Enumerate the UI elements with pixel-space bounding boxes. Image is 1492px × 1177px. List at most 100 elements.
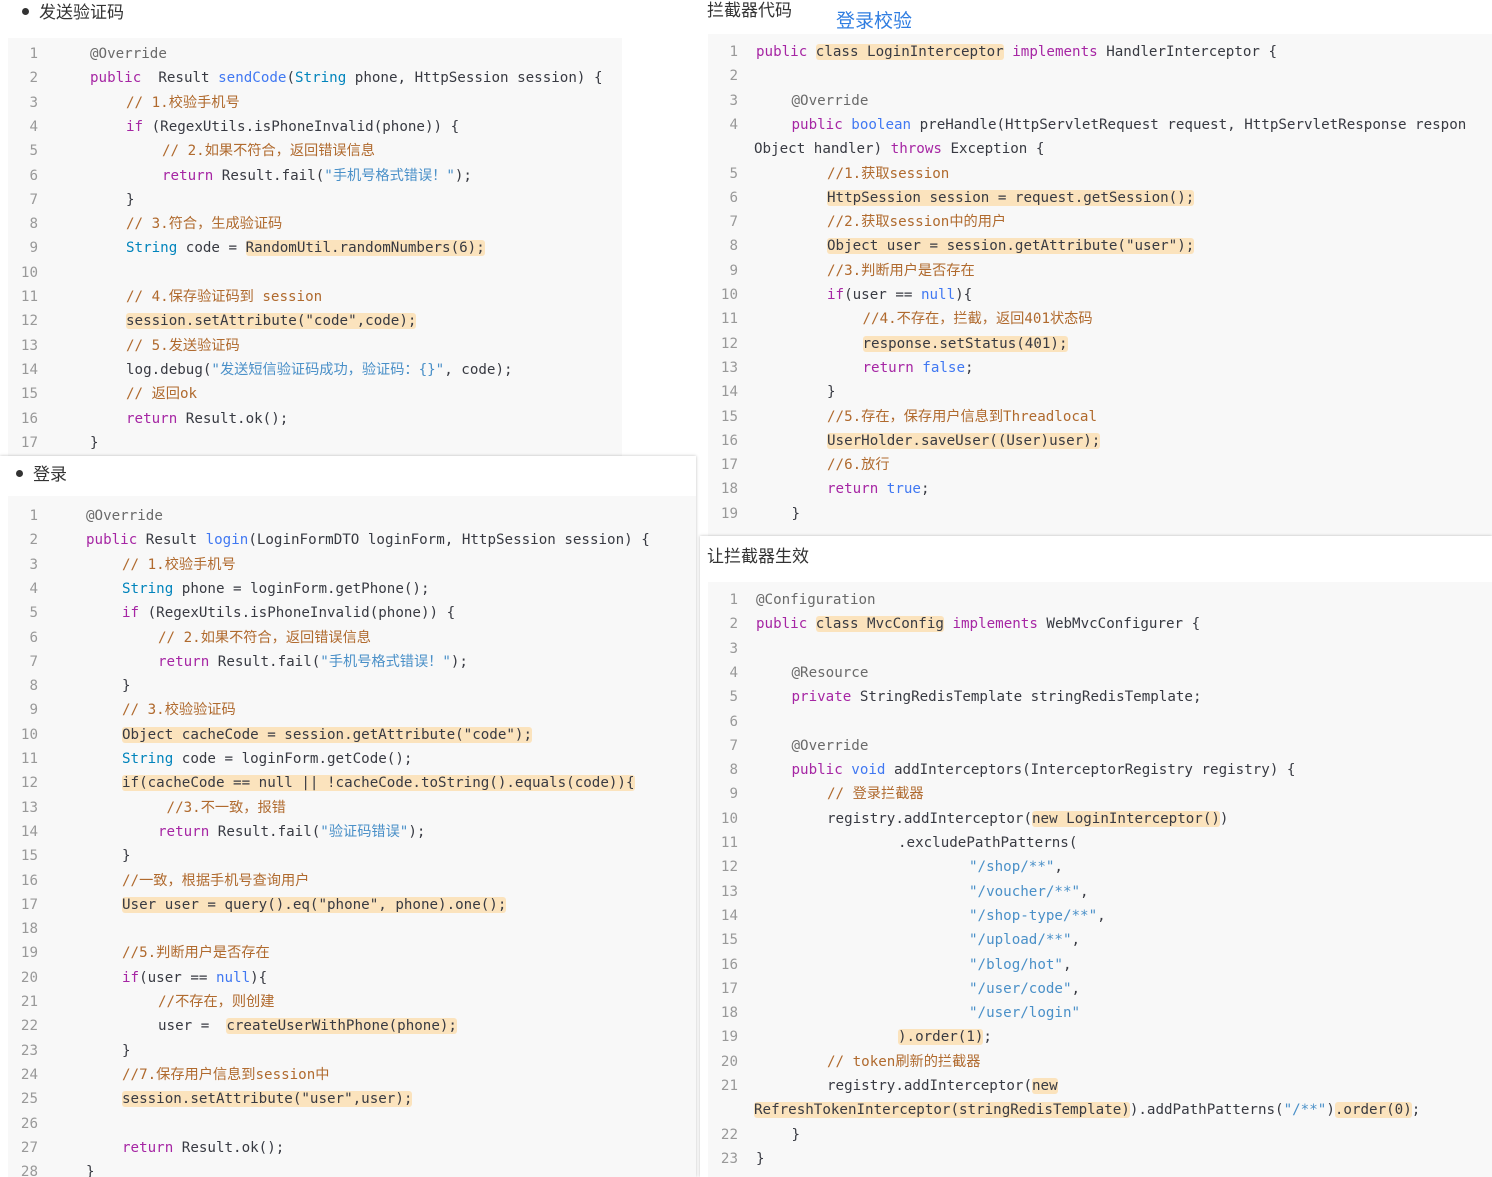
code-token: false [922,359,966,376]
code-token: "/blog/hot" [969,956,1063,973]
code-line: 14 "/shop-type/**", [708,904,1492,928]
code-token: , [1071,980,1081,997]
code-token: null [215,969,251,986]
code-token: String [126,240,178,257]
code-line: 2 public Result login(LoginFormDTO loginF… [8,528,696,552]
code-text: } [122,844,131,868]
code-line: 9 // 3.校验验证码 [8,698,696,722]
code-token: @Override [791,92,869,109]
code-token: user = [158,1018,227,1035]
code-token: String [122,580,174,597]
code-token: WebMvcConfigurer { [1037,616,1201,633]
code-token: (RegexUtils.isPhoneInvalid(phone)) { [143,118,460,135]
code-token: "手机号格式错误！" [320,653,451,670]
line-number: 9 [29,240,38,257]
line-number: 20 [720,1053,738,1070]
code-text: registry.addInterceptor(new LoginInterce… [827,807,1228,831]
code-token: //2.获取session中的用户 [827,214,1007,231]
code-text: // 5.发送验证码 [126,334,240,358]
code-token: String [122,751,174,767]
line-number: 23 [720,1150,738,1167]
code-line: 9 //3.判断用户是否存在 [708,259,1492,283]
code-line: 17 //6.放行 [708,453,1492,477]
code-line: 3 // 1.校验手机号 [8,91,622,115]
code-token: ); [450,653,468,670]
code-token: public [791,116,843,133]
code-text: public boolean preHandle(HttpServletRequ… [792,113,1467,137]
code-line: 8} [8,674,696,698]
line-number: 16 [720,432,738,449]
line-number: 22 [720,1126,738,1143]
code-token: .excludePathPatterns( [898,835,1078,851]
code-line: 9 String code = RandomUtil.randomNumbers(… [8,236,622,260]
code-text: return Result.fail("手机号格式错误！"); [158,650,468,674]
code-text: // 登录拦截器 [827,782,924,806]
code-token: ); [454,167,472,184]
code-line: 5 // 2.如果不符合，返回错误信息 [8,139,622,163]
code-token: @Override [90,46,167,62]
line-number: 12 [720,859,738,876]
line-number: 5 [29,143,38,160]
code-token: //1.获取session [827,165,950,182]
line-number: 6 [729,713,738,730]
highlighted-token: HttpSession session = request.getSession… [827,189,1195,206]
code-line: 5 //1.获取session [708,162,1492,186]
code-token: // 3.符合，生成验证码 [126,216,283,233]
code-token: (user == [844,287,921,303]
code-text: User user = query().eq("phone", phone).o… [122,893,507,917]
code-text: // 4.保存验证码到 session [126,285,322,309]
code-text: Object user = session.getAttribute("user… [827,234,1195,258]
line-number: 27 [20,1139,38,1156]
code-token: if [122,969,140,986]
code-text: HttpSession session = request.getSession… [827,186,1195,210]
code-token: @Resource [791,664,869,681]
code-line: 4 @Resource [708,661,1492,685]
code-line: 8 public void addInterceptors(Interceptor… [708,758,1492,782]
code-text: //5.判断用户是否存在 [122,941,270,965]
line-number: 2 [29,70,38,87]
code-token: phone, HttpSession session) { [346,70,603,87]
code-token: if [827,287,845,303]
code-token: //一致，根据手机号查询用户 [122,872,310,889]
send-code-heading-text: 发送验证码 [39,3,124,23]
code-line: 24 //7.保存用户信息到session中 [8,1063,696,1087]
bullet-icon [16,469,23,477]
login-heading: 登录 [16,460,67,485]
code-token: ) [1326,1102,1335,1119]
interceptor-panel: 拦截器代码 登录校验 1 public class LoginIntercepto… [700,0,1492,536]
code-token: } [122,848,131,865]
line-number: 4 [29,118,38,135]
line-number: 21 [720,1078,738,1094]
code-token: return [158,823,210,840]
line-number: 15 [20,386,38,403]
code-token: //3.判断用户是否存在 [827,262,975,279]
code-token: null [920,287,956,303]
code-token: } [122,678,131,695]
line-number: 23 [20,1042,38,1059]
code-text: public class MvcConfig implements WebMvc… [756,612,1200,636]
code-token: ){ [250,969,268,986]
code-token: HandlerInterceptor { [1097,44,1278,60]
code-token: // 2.如果不符合，返回错误信息 [158,629,371,646]
code-token: phone = loginForm.getPhone(); [173,580,430,597]
code-text: String code = RandomUtil.randomNumbers(6… [126,236,485,260]
line-number: 3 [729,640,738,657]
highlighted-token: class LoginInterceptor [815,44,1004,60]
code-line: 6 // 2.如果不符合，返回错误信息 [8,626,696,650]
line-number: 26 [20,1115,38,1132]
code-text: //3.判断用户是否存在 [827,259,975,283]
code-line: 14 return Result.fail("验证码错误"); [8,820,696,844]
code-token: } [791,1126,801,1143]
line-number: 12 [720,335,738,352]
code-token: , code); [444,361,513,378]
code-line: 1 public class LoginInterceptor implement… [708,40,1492,64]
code-token: //7.保存用户信息到session中 [122,1066,330,1083]
highlighted-token: session.setAttribute("user",user); [122,1091,413,1108]
code-token: public [90,70,142,87]
line-number: 9 [29,702,38,719]
code-line: 8 // 3.符合，生成验证码 [8,212,622,236]
code-token: //5.判断用户是否存在 [122,945,270,962]
highlighted-token: Object user = session.getAttribute("user… [827,238,1195,255]
